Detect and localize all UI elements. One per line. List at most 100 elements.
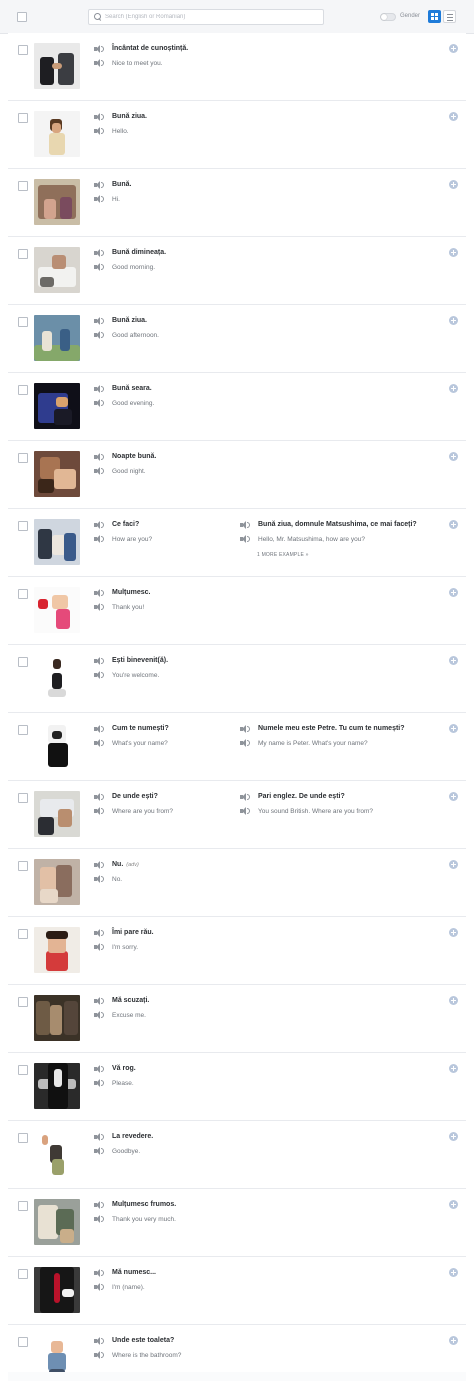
- plus-circle-icon[interactable]: [449, 248, 458, 257]
- more-examples-link[interactable]: 1 MORE EXAMPLE »: [257, 552, 309, 558]
- speaker-icon[interactable]: [94, 317, 106, 325]
- phrase-checkbox[interactable]: [18, 385, 28, 395]
- speaker-icon[interactable]: [94, 1337, 106, 1345]
- speaker-icon[interactable]: [94, 453, 106, 461]
- speaker-icon[interactable]: [240, 725, 252, 733]
- search-input[interactable]: [105, 10, 319, 24]
- phrase-checkbox[interactable]: [18, 113, 28, 123]
- speaker-icon[interactable]: [94, 1215, 106, 1223]
- speaker-icon[interactable]: [94, 263, 106, 271]
- speaker-icon[interactable]: [94, 739, 106, 747]
- phrase-checkbox[interactable]: [18, 317, 28, 327]
- select-all-checkbox[interactable]: [17, 12, 27, 22]
- romanian-phrase-text: Bună dimineața.: [112, 249, 167, 256]
- phrase-checkbox[interactable]: [18, 181, 28, 191]
- phrase-checkbox[interactable]: [18, 1133, 28, 1143]
- speaker-icon[interactable]: [94, 1133, 106, 1141]
- speaker-icon[interactable]: [94, 331, 106, 339]
- phrase-checkbox[interactable]: [18, 589, 28, 599]
- phrase-checkbox[interactable]: [18, 249, 28, 259]
- phrase-checkbox[interactable]: [18, 521, 28, 531]
- speaker-icon[interactable]: [94, 1351, 106, 1359]
- speaker-icon[interactable]: [240, 535, 252, 543]
- phrase-checkbox[interactable]: [18, 657, 28, 667]
- phrase-checkbox[interactable]: [18, 997, 28, 1007]
- speaker-icon[interactable]: [94, 725, 106, 733]
- speaker-icon[interactable]: [94, 113, 106, 121]
- plus-circle-icon[interactable]: [449, 1268, 458, 1277]
- plus-circle-icon[interactable]: [449, 1336, 458, 1345]
- plus-circle-icon[interactable]: [449, 384, 458, 393]
- speaker-icon[interactable]: [94, 521, 106, 529]
- speaker-icon[interactable]: [94, 1079, 106, 1087]
- speaker-icon[interactable]: [240, 739, 252, 747]
- phrase-checkbox[interactable]: [18, 793, 28, 803]
- romanian-phrase-text: De unde ești?: [112, 793, 158, 800]
- speaker-icon[interactable]: [94, 181, 106, 189]
- speaker-icon[interactable]: [94, 45, 106, 53]
- phrase-checkbox[interactable]: [18, 1337, 28, 1347]
- speaker-icon[interactable]: [94, 943, 106, 951]
- speaker-icon[interactable]: [240, 793, 252, 801]
- speaker-icon[interactable]: [94, 793, 106, 801]
- plus-circle-icon[interactable]: [449, 656, 458, 665]
- romanian-phrase-text: Unde este toaleta?: [112, 1337, 175, 1344]
- phrase-checkbox[interactable]: [18, 929, 28, 939]
- speaker-icon[interactable]: [94, 997, 106, 1005]
- speaker-icon[interactable]: [94, 1283, 106, 1291]
- plus-circle-icon[interactable]: [449, 792, 458, 801]
- grid-view-icon[interactable]: [428, 10, 441, 23]
- phrase-checkbox[interactable]: [18, 1065, 28, 1075]
- speaker-icon[interactable]: [94, 1147, 106, 1155]
- speaker-icon[interactable]: [94, 59, 106, 67]
- list-view-icon[interactable]: [443, 10, 456, 23]
- plus-circle-icon[interactable]: [449, 928, 458, 937]
- speaker-icon[interactable]: [94, 249, 106, 257]
- speaker-icon[interactable]: [94, 861, 106, 869]
- plus-circle-icon[interactable]: [449, 1200, 458, 1209]
- plus-circle-icon[interactable]: [449, 860, 458, 869]
- plus-circle-icon[interactable]: [449, 588, 458, 597]
- romanian-phrase: Încântat de cunoștință.: [112, 45, 188, 52]
- plus-circle-icon[interactable]: [449, 180, 458, 189]
- image-shape: [40, 277, 54, 287]
- speaker-icon[interactable]: [94, 603, 106, 611]
- speaker-icon[interactable]: [94, 1269, 106, 1277]
- plus-circle-icon[interactable]: [449, 724, 458, 733]
- speaker-icon[interactable]: [94, 929, 106, 937]
- speaker-icon[interactable]: [94, 535, 106, 543]
- speaker-icon[interactable]: [94, 399, 106, 407]
- plus-circle-icon[interactable]: [449, 452, 458, 461]
- gender-toggle[interactable]: [380, 13, 396, 21]
- speaker-icon[interactable]: [94, 195, 106, 203]
- speaker-icon[interactable]: [94, 1201, 106, 1209]
- speaker-icon[interactable]: [240, 521, 252, 529]
- phrase-checkbox[interactable]: [18, 45, 28, 55]
- speaker-icon[interactable]: [94, 807, 106, 815]
- speaker-icon[interactable]: [94, 671, 106, 679]
- phrase-checkbox[interactable]: [18, 1201, 28, 1211]
- romanian-phrase-text: Bună.: [112, 181, 132, 188]
- image-shape: [62, 1289, 74, 1297]
- speaker-icon[interactable]: [94, 385, 106, 393]
- phrase-checkbox[interactable]: [18, 1269, 28, 1279]
- plus-circle-icon[interactable]: [449, 316, 458, 325]
- speaker-icon[interactable]: [94, 127, 106, 135]
- phrase-checkbox[interactable]: [18, 453, 28, 463]
- plus-circle-icon[interactable]: [449, 112, 458, 121]
- speaker-icon[interactable]: [94, 467, 106, 475]
- speaker-icon[interactable]: [94, 1011, 106, 1019]
- search-box[interactable]: [88, 9, 324, 25]
- plus-circle-icon[interactable]: [449, 44, 458, 53]
- plus-circle-icon[interactable]: [449, 1064, 458, 1073]
- speaker-icon[interactable]: [94, 589, 106, 597]
- plus-circle-icon[interactable]: [449, 520, 458, 529]
- phrase-checkbox[interactable]: [18, 725, 28, 735]
- speaker-icon[interactable]: [94, 875, 106, 883]
- plus-circle-icon[interactable]: [449, 996, 458, 1005]
- speaker-icon[interactable]: [94, 657, 106, 665]
- speaker-icon[interactable]: [94, 1065, 106, 1073]
- speaker-icon[interactable]: [240, 807, 252, 815]
- phrase-checkbox[interactable]: [18, 861, 28, 871]
- plus-circle-icon[interactable]: [449, 1132, 458, 1141]
